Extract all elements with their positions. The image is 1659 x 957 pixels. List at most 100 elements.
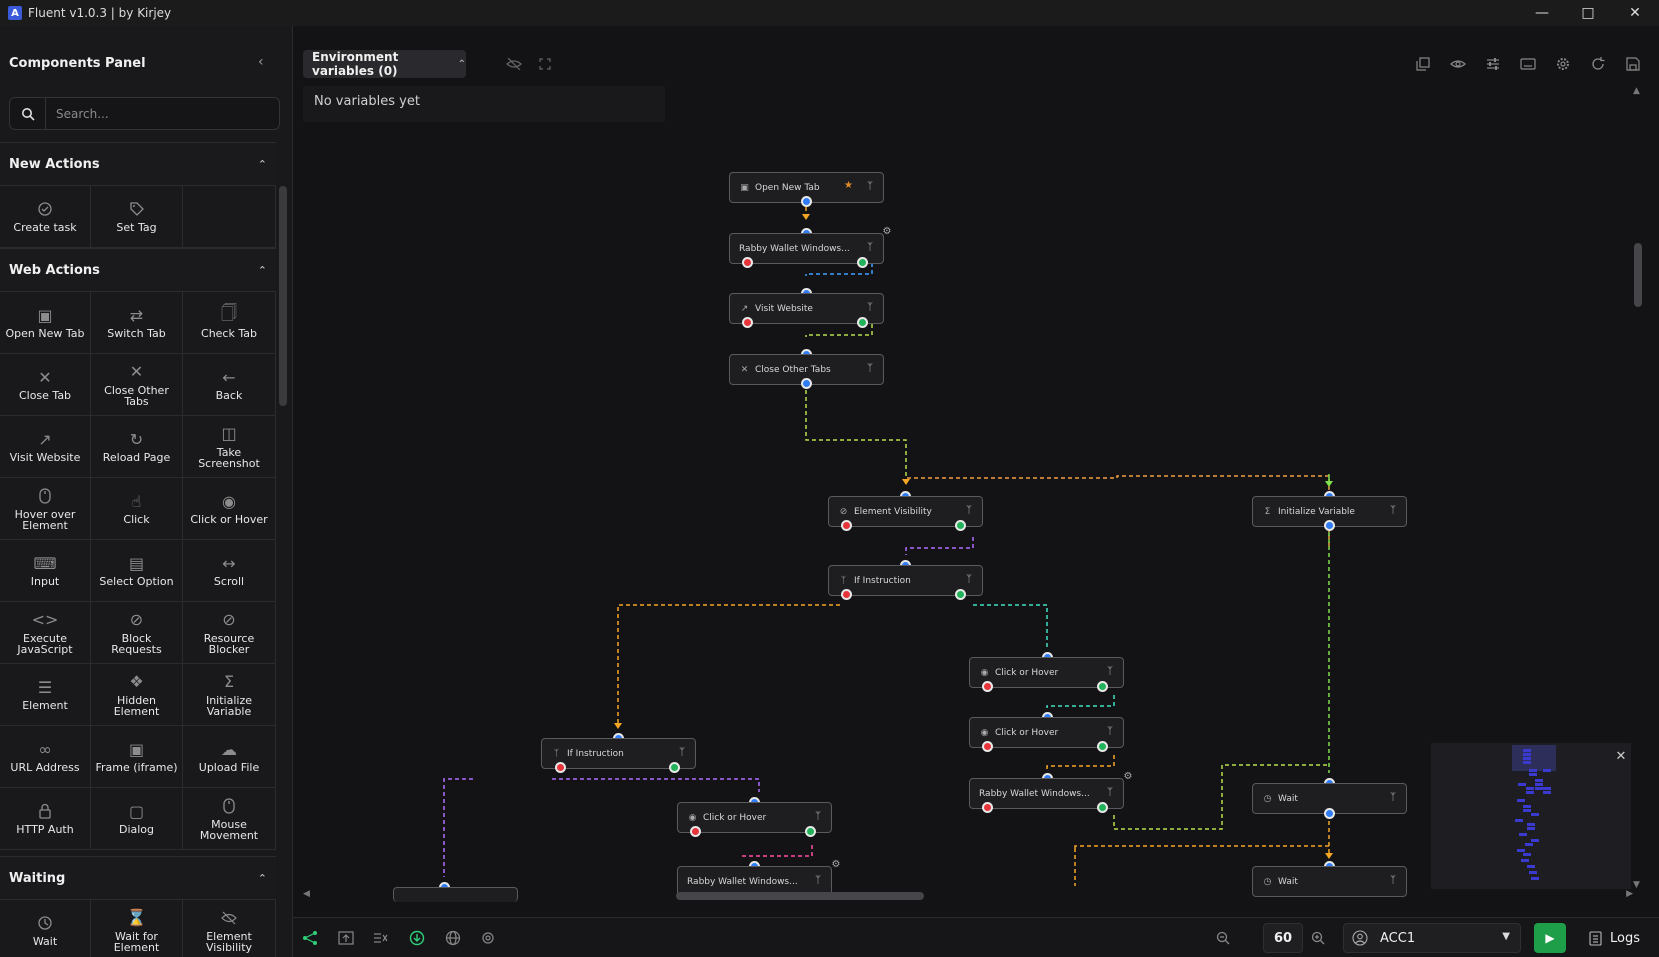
branch-icon[interactable]: ᛉ (867, 181, 873, 192)
tile-dialog[interactable]: ▢ Dialog (91, 788, 183, 850)
logs-button[interactable]: Logs (1589, 923, 1649, 953)
tile-hover-over-element[interactable]: Hover over Element (0, 478, 91, 540)
error-port[interactable] (841, 589, 852, 600)
copy-icon[interactable] (1413, 54, 1433, 74)
env-variables-toggle[interactable]: Environment variables (0) ⌃ (303, 50, 466, 78)
error-port[interactable] (555, 762, 566, 773)
tile-take-screenshot[interactable]: ◫ Take Screenshot (183, 416, 276, 478)
scroll-up-arrow-icon[interactable]: ▲ (1633, 86, 1640, 96)
tile-set-tag[interactable]: Set Tag (91, 186, 183, 248)
branch-icon[interactable]: ᛉ (966, 505, 972, 516)
horizontal-scroll-thumb[interactable] (676, 892, 924, 900)
zoom-level-input[interactable]: 60 (1263, 923, 1303, 953)
maximize-icon[interactable]: □ (1565, 0, 1611, 26)
tile-initialize-variable[interactable]: Σ Initialize Variable (183, 664, 276, 726)
scroll-right-arrow-icon[interactable]: ▶ (1626, 889, 1633, 899)
output-port[interactable] (801, 378, 812, 389)
globe-icon[interactable] (443, 928, 463, 948)
tile-visit-website[interactable]: ↗ Visit Website (0, 416, 91, 478)
tile-resource-blocker[interactable]: ⊘ Resource Blocker (183, 602, 276, 664)
branch-icon[interactable]: ᛉ (1107, 787, 1113, 798)
zoom-out-icon[interactable] (1213, 928, 1233, 948)
success-port[interactable] (857, 257, 868, 268)
tile-hidden-element[interactable]: ❖ Hidden Element (91, 664, 183, 726)
save-icon[interactable] (1623, 54, 1643, 74)
download-circle-icon[interactable] (407, 928, 427, 948)
tile-input[interactable]: ⌨ Input (0, 540, 91, 602)
success-port[interactable] (805, 826, 816, 837)
tile-wait[interactable]: Wait (0, 900, 91, 957)
tile-open-new-tab[interactable]: ▣ Open New Tab (0, 292, 91, 354)
branch-icon[interactable]: ᛉ (679, 747, 685, 758)
tile-scroll[interactable]: ↔ Scroll (183, 540, 276, 602)
gear-icon[interactable]: ⚙ (877, 221, 897, 241)
success-port[interactable] (669, 762, 680, 773)
account-select[interactable]: ACC1 ▼ (1343, 923, 1521, 953)
error-port[interactable] (982, 681, 993, 692)
tile-check-tab[interactable]: 🗍 Check Tab (183, 292, 276, 354)
success-port[interactable] (955, 520, 966, 531)
sidebar-scroll-thumb[interactable] (279, 186, 287, 406)
tile-click[interactable]: ☝ Click (91, 478, 183, 540)
search-input[interactable] (46, 106, 266, 121)
minimize-icon[interactable]: — (1519, 0, 1565, 26)
output-port[interactable] (1324, 520, 1335, 531)
branch-icon[interactable]: ᛉ (1107, 726, 1113, 737)
branch-icon[interactable]: ᛉ (966, 574, 972, 585)
branch-icon[interactable]: ᛉ (815, 875, 821, 886)
sidebar-scrollbar[interactable] (278, 174, 288, 954)
vertical-scroll-thumb[interactable] (1634, 243, 1642, 307)
tile-frame-iframe[interactable]: ▣ Frame (iframe) (91, 726, 183, 788)
success-port[interactable] (955, 589, 966, 600)
tile-upload-file[interactable]: ☁ Upload File (183, 726, 276, 788)
branch-icon[interactable]: ᛉ (1107, 666, 1113, 677)
tile-block-requests[interactable]: ⊘ Block Requests (91, 602, 183, 664)
chevron-up-icon[interactable]: ⌃ (258, 158, 267, 171)
share-nodes-icon[interactable] (300, 928, 320, 948)
tile-execute-javascript[interactable]: <> Execute JavaScript (0, 602, 91, 664)
error-port[interactable] (690, 826, 701, 837)
tile-http-auth[interactable]: HTTP Auth (0, 788, 91, 850)
tile-element[interactable]: ☰ Element (0, 664, 91, 726)
branch-icon[interactable]: ᛉ (1390, 875, 1396, 886)
error-port[interactable] (982, 802, 993, 813)
success-port[interactable] (1097, 802, 1108, 813)
import-icon[interactable] (336, 928, 356, 948)
output-port[interactable] (801, 196, 812, 207)
minimap[interactable]: ✕ (1431, 743, 1631, 889)
close-minimap-icon[interactable]: ✕ (1611, 746, 1631, 766)
tile-element-visibility[interactable]: Element Visibility (183, 900, 276, 957)
branch-icon[interactable]: ᛉ (1390, 505, 1396, 516)
section-new-actions[interactable]: New Actions ⌃ (0, 142, 276, 186)
collapse-panel-icon[interactable]: ‹ (258, 54, 264, 70)
output-port[interactable] (1324, 808, 1335, 819)
keyboard-icon[interactable] (1518, 54, 1538, 74)
fullscreen-icon[interactable] (535, 54, 555, 74)
sliders-icon[interactable] (1483, 54, 1503, 74)
tile-wait-for-element[interactable]: ⌛ Wait for Element (91, 900, 183, 957)
error-port[interactable] (742, 257, 753, 268)
branch-icon[interactable]: ᛉ (867, 302, 873, 313)
zoom-in-icon[interactable] (1308, 928, 1328, 948)
chevron-up-icon[interactable]: ⌃ (258, 872, 267, 885)
run-button[interactable]: ▶ (1534, 923, 1566, 953)
branch-icon[interactable]: ᛉ (867, 242, 873, 253)
tile-create-task[interactable]: Create task (0, 186, 91, 248)
eye-icon[interactable] (1448, 54, 1468, 74)
branch-icon[interactable]: ᛉ (867, 363, 873, 374)
error-port[interactable] (742, 317, 753, 328)
branch-icon[interactable]: ᛉ (1390, 792, 1396, 803)
scroll-left-arrow-icon[interactable]: ◀ (303, 889, 310, 899)
error-port[interactable] (982, 741, 993, 752)
scroll-down-arrow-icon[interactable]: ▼ (1633, 880, 1640, 890)
success-port[interactable] (1097, 681, 1108, 692)
tile-back[interactable]: ← Back (183, 354, 276, 416)
list-check-icon[interactable] (371, 928, 391, 948)
bug-icon[interactable] (478, 928, 498, 948)
success-port[interactable] (857, 317, 868, 328)
branch-icon[interactable]: ᛉ (815, 811, 821, 822)
gear-icon[interactable]: ⚙ (1118, 766, 1138, 786)
error-port[interactable] (841, 520, 852, 531)
chevron-up-icon[interactable]: ⌃ (258, 264, 267, 277)
tile-url-address[interactable]: ∞ URL Address (0, 726, 91, 788)
